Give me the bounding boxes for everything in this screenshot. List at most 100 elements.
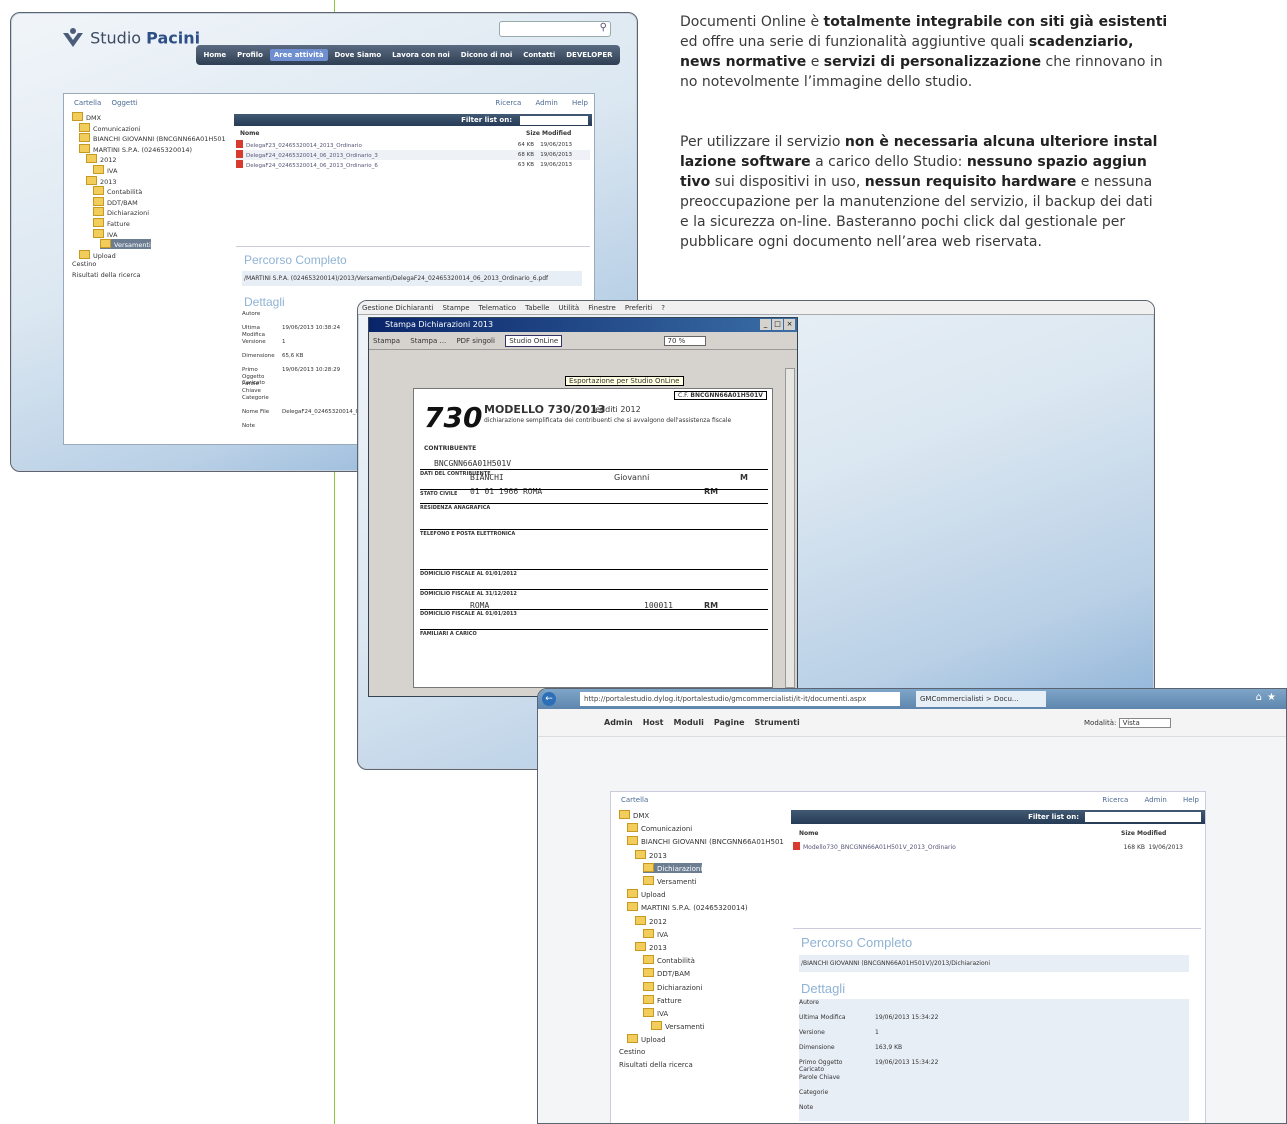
col-nome[interactable]: Nome [240,130,259,137]
admin-menu-item[interactable]: Pagine [714,718,745,727]
tree-item[interactable]: 2012 [635,916,667,926]
nav-item[interactable]: Contatti [519,49,559,61]
vertical-scrollbar[interactable] [785,368,795,688]
file-row[interactable]: Modello730_BNCGNN66A01H501V_2013_Ordinar… [793,842,1201,854]
p1-segment: che rinnovano in [1041,54,1163,70]
link-ricerca-2[interactable]: Ricerca [1102,796,1128,804]
nav-item[interactable]: Dicono di noi [457,49,516,61]
tree-item[interactable]: MARTINI S.P.A. (02465320014) [627,902,748,912]
pdf-icon [236,160,243,168]
detail-row: Ultima Modifica 19/06/2013 15:34:22 [799,1014,1189,1029]
tree-item[interactable]: Upload [627,1034,666,1044]
nav-item[interactable]: DEVELOPER [562,49,616,61]
tree-item[interactable]: Dichiarazioni [643,862,703,873]
menu-item[interactable]: ? [661,304,665,312]
col-size-modified[interactable]: Size Modified [526,130,571,137]
tree-item[interactable]: 2013 [635,942,667,952]
tree-item[interactable]: Upload [627,889,666,899]
tree-item[interactable]: IVA [643,1008,668,1018]
tree-item[interactable]: DMX [72,112,101,122]
file-row[interactable]: DelegaF24_02465320014_06_2013_Ordinario_… [236,160,590,170]
studio-online-button[interactable]: Studio OnLine [505,335,563,347]
tree-item[interactable]: DDT/BAM [643,968,690,978]
menu-item[interactable]: Finestre [588,304,616,312]
tree-item[interactable]: 2012 [86,154,117,164]
close-button[interactable]: × [784,319,795,330]
col-size-modified-2[interactable]: Size Modified [1121,830,1166,837]
breadcrumb-cartella[interactable]: Cartella [74,99,101,107]
print-options-button[interactable]: Stampa ... [410,337,446,345]
admin-menu-item[interactable]: Admin [604,718,633,727]
tree-item[interactable]: DDT/BAM [93,197,138,207]
mode-select[interactable]: Vista [1118,718,1171,728]
detail-label: Ultima Modifica [242,325,265,338]
tree-item[interactable]: IVA [93,229,117,239]
col-nome-2[interactable]: Nome [799,830,818,837]
breadcrumb-2[interactable]: Cartella [621,796,648,804]
tree-item[interactable]: Upload [79,250,116,260]
tree-item[interactable]: Cestino [72,260,96,268]
p2-segment: pubblicare ogni documento nell’area web … [680,234,1042,250]
tree-item[interactable]: Comunicazioni [627,823,692,833]
tree-item[interactable]: BIANCHI GIOVANNI (BNCGNN66A01H501 [79,133,226,143]
detail-label: Categorie [242,395,269,401]
tree-item[interactable]: Versamenti [100,239,151,250]
tree-item[interactable]: MARTINI S.P.A. (02465320014) [79,144,192,154]
address-bar[interactable]: http://portalestudio.dylog.it/portalestu… [580,692,900,706]
link-admin-2[interactable]: Admin [1144,796,1166,804]
tree-item[interactable]: Cestino [619,1048,645,1056]
menu-item[interactable]: Tabelle [525,304,549,312]
tree-item[interactable]: IVA [93,165,117,175]
tree-item[interactable]: Dichiarazioni [93,207,149,217]
home-icon[interactable]: ⌂ [1256,692,1262,703]
link-help-2[interactable]: Help [1183,796,1199,804]
back-icon[interactable]: ← [542,692,556,706]
menu-item[interactable]: Gestione Dichiaranti [362,304,433,312]
menu-item[interactable]: Utilità [558,304,579,312]
tree-item[interactable]: Risultati della ricerca [619,1061,693,1069]
breadcrumb-oggetti[interactable]: Oggetti [112,99,138,107]
pdf-button[interactable]: PDF singoli [456,337,495,345]
tree-item[interactable]: Fatture [93,218,130,228]
tree-item[interactable]: 2013 [86,176,117,186]
maximize-button[interactable]: □ [772,319,783,330]
tree-item[interactable]: BIANCHI GIOVANNI (BNCGNN66A01H501 [627,836,784,846]
nav-item[interactable]: Aree attività [269,49,328,61]
nav-item[interactable]: Home [199,49,230,61]
link-admin[interactable]: Admin [535,99,557,107]
tree-item[interactable]: Contabilità [643,955,695,965]
filter-input[interactable] [520,116,588,125]
admin-menu-item[interactable]: Moduli [673,718,703,727]
menu-item[interactable]: Telematico [479,304,517,312]
print-button[interactable]: Stampa [373,337,400,345]
nav-item[interactable]: Dove Siamo [331,49,386,61]
tree-item[interactable]: Risultati della ricerca [72,271,141,279]
tree-item[interactable]: Contabilità [93,186,142,196]
tree-item[interactable]: Fatture [643,995,682,1005]
tree-item[interactable]: Dichiarazioni [643,982,702,992]
admin-menu-item[interactable]: Host [643,718,664,727]
nav-item[interactable]: Lavora con noi [388,49,454,61]
tree-item[interactable]: DMX [619,810,649,820]
tree-item[interactable]: Versamenti [651,1021,705,1031]
search-icon[interactable]: ⚲ [600,22,607,33]
admin-menu-item[interactable]: Strumenti [755,718,800,727]
zoom-select[interactable]: 70 % [664,336,707,346]
file-row[interactable]: DelegaF24_02465320014_06_2013_Ordinario_… [236,150,590,160]
filter-input-2[interactable] [1085,812,1201,822]
tree-item[interactable]: Versamenti [643,876,697,886]
search-box[interactable]: ⚲ [499,21,611,37]
menu-item[interactable]: Preferiti [625,304,652,312]
nav-item[interactable]: Profilo [233,49,267,61]
form-cf: BNCGNN66A01H501V [434,459,512,468]
minimize-button[interactable]: _ [760,319,771,330]
menu-item[interactable]: Stampe [442,304,469,312]
tree-item[interactable]: 2013 [635,850,667,860]
browser-tab[interactable]: GMCommercialisti > Docu... [916,691,1046,707]
tree-item[interactable]: IVA [643,929,668,939]
link-help[interactable]: Help [572,99,588,107]
file-row[interactable]: DelegaF23_02465320014_2013_Ordinario 64 K… [236,140,590,150]
star-icon[interactable]: ★ [1267,692,1276,703]
tree-item[interactable]: Comunicazioni [79,123,141,133]
link-ricerca[interactable]: Ricerca [495,99,521,107]
